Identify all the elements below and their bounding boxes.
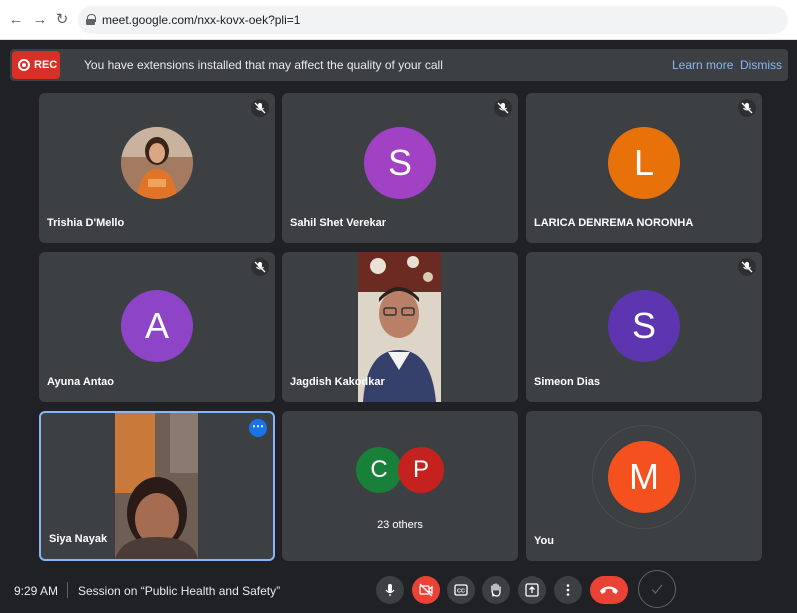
present-icon [525,583,539,597]
camera-toggle-button[interactable] [412,576,440,604]
mic-off-icon [251,99,269,117]
back-arrow-icon[interactable]: ← [6,10,26,30]
divider [67,582,68,598]
raise-hand-icon [491,583,501,597]
participant-tile[interactable]: Trishia D'Mello [39,93,275,243]
mic-off-icon [738,258,756,276]
recording-badge: REC [12,51,60,79]
reload-icon[interactable]: ↻ [52,10,72,30]
raise-hand-button[interactable] [482,576,510,604]
microphone-button[interactable] [376,576,404,604]
participant-name: Simeon Dias [534,376,601,388]
recording-label: REC [34,59,58,71]
self-tile[interactable]: M You [526,411,762,561]
more-options-icon[interactable]: ⋯ [249,419,267,437]
meeting-time: 9:29 AM [14,584,59,598]
mic-off-icon [494,99,512,117]
svg-text:CC: CC [457,589,465,595]
meeting-controls-bar: 9:29 AM Session on “Public Health and Sa… [0,567,797,613]
dismiss-button[interactable]: Dismiss [740,58,782,72]
address-bar[interactable]: meet.google.com/nxx-kovx-oek?pli=1 [78,6,788,34]
participant-avatar: M [608,441,680,513]
hang-up-button[interactable] [590,576,628,604]
extension-warning-banner: REC You have extensions installed that m… [10,49,788,81]
camera-off-icon [419,583,433,597]
participant-tile[interactable]: L LARICA DENREMA NORONHA [526,93,762,243]
participant-avatar: L [608,127,680,199]
others-tile[interactable]: C P 23 others [282,411,518,561]
present-button[interactable] [518,576,546,604]
participant-tile[interactable]: S Sahil Shet Verekar [282,93,518,243]
participant-name: Siya Nayak [49,533,108,545]
participant-avatar: C [356,447,402,493]
more-options-icon [566,584,570,596]
participant-video [115,413,198,559]
mic-off-icon [251,258,269,276]
participant-tile[interactable]: A Ayuna Antao [39,252,275,402]
participant-name: Jagdish Kakodkar [290,376,385,388]
record-icon [18,59,30,71]
participant-avatar: A [121,290,193,362]
participant-avatar: S [364,127,436,199]
banner-message: You have extensions installed that may a… [84,58,443,72]
participant-name: LARICA DENREMA NORONHA [534,217,694,229]
hang-up-icon [600,586,618,594]
participant-photo [121,127,193,199]
participant-avatar: P [398,447,444,493]
more-options-button[interactable] [554,576,582,604]
participant-avatar: S [608,290,680,362]
participant-name: Sahil Shet Verekar [290,217,386,229]
participant-tile-active[interactable]: ⋯ Siya Nayak [39,411,275,561]
participant-name: Ayuna Antao [47,376,115,388]
participant-tile[interactable]: Jagdish Kakodkar [282,252,518,402]
lock-icon [86,14,96,25]
captions-button[interactable]: CC [447,576,475,604]
forward-arrow-icon[interactable]: → [30,10,50,30]
mic-off-icon [738,99,756,117]
participant-tile[interactable]: S Simeon Dias [526,252,762,402]
meeting-title: Session on “Public Health and Safety” [78,584,281,598]
status-check-button[interactable] [638,570,676,608]
participant-name: You [534,535,554,547]
browser-toolbar: ← → ↻ meet.google.com/nxx-kovx-oek?pli=1 [0,0,797,40]
url-text: meet.google.com/nxx-kovx-oek?pli=1 [102,13,301,27]
captions-icon: CC [454,584,468,596]
check-icon [651,584,663,594]
participant-name: Trishia D'Mello [47,217,125,229]
others-count: 23 others [377,519,423,531]
microphone-icon [385,584,395,596]
learn-more-link[interactable]: Learn more [672,58,733,72]
